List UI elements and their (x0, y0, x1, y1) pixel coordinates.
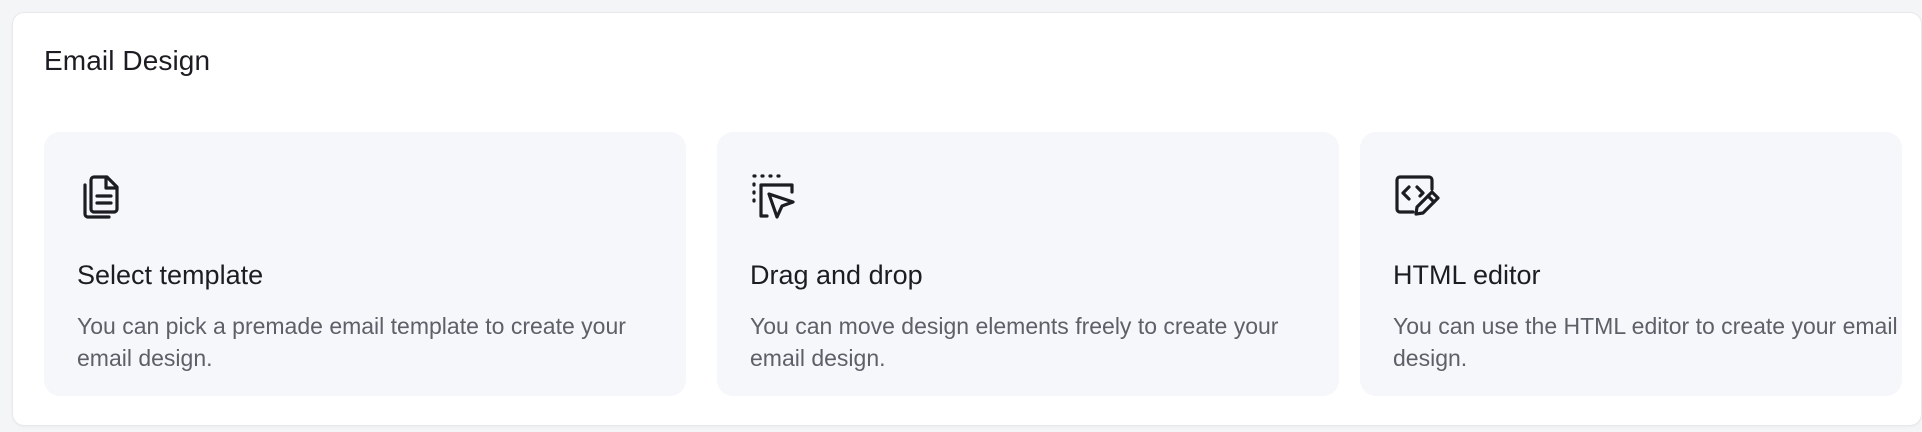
card-title: Drag and drop (750, 260, 923, 290)
code-edit-icon (1392, 172, 1440, 220)
email-design-panel: Email Design Select template You can pic… (12, 12, 1922, 426)
card-description: You can use the HTML editor to create yo… (1393, 313, 1898, 371)
section-title: Email Design (44, 45, 211, 76)
html-editor-card[interactable]: HTML editor You can use the HTML editor … (1360, 132, 1902, 396)
card-description: You can pick a premade email template to… (77, 313, 626, 371)
select-template-card[interactable]: Select template You can pick a premade e… (44, 132, 686, 396)
cursor-select-icon (749, 172, 797, 220)
card-title: Select template (77, 260, 264, 290)
card-title: HTML editor (1393, 260, 1541, 290)
drag-and-drop-card[interactable]: Drag and drop You can move design elemen… (717, 132, 1339, 396)
card-description: You can move design elements freely to c… (750, 313, 1279, 371)
document-icon (76, 172, 124, 220)
